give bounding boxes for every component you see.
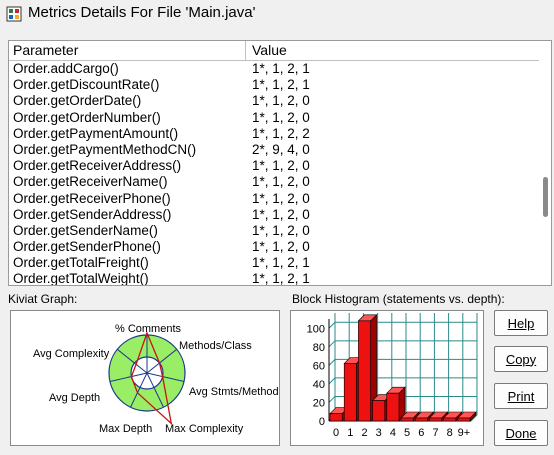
column-header-value[interactable]: Value [252, 42, 287, 58]
histogram-bar [386, 386, 406, 422]
cell-parameter: Order.getSenderAddress() [13, 206, 172, 222]
block-histogram: 0 20 40 60 80 100 0 1 2 3 4 5 6 7 8 9+ [290, 310, 484, 446]
window-title: Metrics Details For File 'Main.java' [28, 4, 256, 21]
column-divider[interactable] [245, 41, 246, 61]
table-row[interactable]: Order.getTotalWeight() 1*, 1, 2, 1 [9, 271, 541, 286]
cell-value: 1*, 1, 2, 1 [252, 255, 310, 271]
cell-value: 1*, 1, 2, 1 [252, 271, 310, 286]
histogram-x-tick-label: 4 [390, 427, 396, 439]
histogram-x-ticks: 0 1 2 3 4 5 6 7 8 9+ [333, 427, 470, 439]
histogram-label: Block Histogram (statements vs. depth): [292, 292, 505, 306]
histogram-grid-line [328, 377, 336, 385]
cell-value: 1*, 1, 2, 1 [252, 61, 310, 76]
cell-value: 1*, 1, 2, 0 [252, 158, 310, 174]
histogram-x-tick-label: 8 [447, 427, 453, 439]
kiviat-axis-label-avg-stmts-per-method: Avg Stmts/Method [189, 386, 279, 398]
histogram-grid-line [328, 396, 336, 403]
cell-parameter: Order.getDiscountRate() [13, 77, 160, 93]
cell-value: 1*, 1, 2, 0 [252, 174, 310, 190]
done-button-label: Done [505, 425, 537, 441]
table-header: Parameter Value [9, 41, 541, 61]
print-button-label: Print [507, 388, 535, 404]
kiviat-axis-label-max-depth: Max Depth [99, 423, 152, 435]
table-row[interactable]: Order.getDiscountRate() 1*, 1, 2, 1 [9, 77, 541, 93]
histogram-x-tick-label: 7 [432, 427, 438, 439]
histogram-svg: 020406080100 0 1 2 3 4 5 6 7 8 9+ [307, 313, 478, 439]
cell-parameter: Order.getTotalWeight() [13, 271, 149, 286]
cell-value: 2*, 9, 4, 0 [252, 141, 310, 157]
vertical-scrollbar[interactable] [539, 41, 551, 285]
table-row[interactable]: Order.getReceiverPhone() 1*, 1, 2, 0 [9, 191, 541, 207]
cell-value: 1*, 1, 2, 0 [252, 239, 310, 255]
table-row[interactable]: Order.getSenderName() 1*, 1, 2, 0 [9, 223, 541, 239]
table-row[interactable]: Order.addCargo() 1*, 1, 2, 1 [9, 61, 541, 77]
kiviat-graph: % Comments Methods/Class Avg Stmts/Metho… [10, 310, 280, 446]
histogram-y-tick-label: 40 [313, 379, 325, 391]
help-button-label: Help [507, 315, 535, 331]
help-button[interactable]: Help [494, 310, 548, 336]
table-row[interactable]: Order.getPaymentMethodCN() 2*, 9, 4, 0 [9, 142, 541, 158]
kiviat-axis-label-methods-per-class: Methods/Class [179, 340, 252, 352]
histogram-grid-line [328, 321, 336, 329]
cell-parameter: Order.addCargo() [13, 61, 119, 76]
histogram-x-tick-label: 6 [418, 427, 424, 439]
histogram-y-tick-label: 0 [319, 416, 325, 428]
kiviat-axis-label-avg-depth: Avg Depth [49, 392, 100, 404]
kiviat-axis-label-comments: % Comments [115, 323, 182, 335]
cell-parameter: Order.getReceiverName() [13, 174, 168, 190]
histogram-y-tick-label: 20 [313, 397, 325, 409]
histogram-x-tick-label: 9+ [458, 427, 471, 439]
histogram-bars [329, 314, 477, 422]
kiviat-graph-label: Kiviat Graph: [8, 292, 78, 306]
metrics-app-icon [6, 6, 22, 22]
cell-parameter: Order.getSenderName() [13, 222, 158, 238]
histogram-y-tick-label: 100 [307, 323, 325, 335]
cell-value: 1*, 1, 2, 0 [252, 206, 310, 222]
cell-parameter: Order.getTotalFreight() [13, 255, 149, 271]
print-button[interactable]: Print [494, 383, 548, 409]
metrics-table: Parameter Value Order.addCargo() 1*, 1, 2… [8, 40, 552, 286]
table-row[interactable]: Order.getOrderNumber() 1*, 1, 2, 0 [9, 110, 541, 126]
cell-value: 1*, 1, 2, 0 [252, 190, 310, 206]
histogram-y-ticks: 0 20 40 60 80 100 [307, 323, 325, 428]
copy-button[interactable]: Copy [494, 346, 548, 372]
table-row[interactable]: Order.getPaymentAmount() 1*, 1, 2, 2 [9, 126, 541, 142]
kiviat-svg: % Comments Methods/Class Avg Stmts/Metho… [33, 323, 279, 435]
cell-value: 1*, 1, 2, 2 [252, 125, 310, 141]
histogram-x-tick-label: 2 [361, 427, 367, 439]
histogram-y-tick-label: 80 [313, 342, 325, 354]
histogram-grid-line [328, 359, 336, 366]
histogram-x-tick-label: 0 [333, 427, 339, 439]
table-row[interactable]: Order.getReceiverAddress() 1*, 1, 2, 0 [9, 158, 541, 174]
table-body: Order.addCargo() 1*, 1, 2, 1 Order.getDisc… [9, 61, 541, 286]
cell-parameter: Order.getPaymentMethodCN() [13, 141, 197, 157]
histogram-x-tick-label: 1 [347, 427, 353, 439]
kiviat-axis-label-avg-complexity: Avg Complexity [33, 348, 110, 360]
table-row[interactable]: Order.getTotalFreight() 1*, 1, 2, 1 [9, 255, 541, 271]
column-header-parameter[interactable]: Parameter [13, 42, 78, 58]
cell-value: 1*, 1, 2, 1 [252, 77, 310, 93]
scrollbar-thumb[interactable] [543, 177, 548, 217]
cell-value: 1*, 1, 2, 0 [252, 109, 310, 125]
histogram-x-tick-label: 3 [376, 427, 382, 439]
cell-parameter: Order.getPaymentAmount() [13, 125, 179, 141]
histogram-x-tick-label: 5 [404, 427, 410, 439]
cell-parameter: Order.getOrderNumber() [13, 109, 161, 125]
table-row[interactable]: Order.getOrderDate() 1*, 1, 2, 0 [9, 93, 541, 109]
cell-parameter: Order.getReceiverPhone() [13, 190, 171, 206]
title-bar: Metrics Details For File 'Main.java' [0, 0, 554, 30]
histogram-grid-line [328, 340, 336, 348]
cell-parameter: Order.getOrderDate() [13, 93, 142, 109]
cell-parameter: Order.getReceiverAddress() [13, 158, 182, 174]
cell-value: 1*, 1, 2, 0 [252, 222, 310, 238]
table-row[interactable]: Order.getReceiverName() 1*, 1, 2, 0 [9, 174, 541, 190]
histogram-y-tick-label: 60 [313, 360, 325, 372]
done-button[interactable]: Done [494, 420, 548, 446]
cell-value: 1*, 1, 2, 0 [252, 93, 310, 109]
copy-button-label: Copy [505, 351, 537, 367]
table-row[interactable]: Order.getSenderAddress() 1*, 1, 2, 0 [9, 207, 541, 223]
kiviat-axis-label-max-complexity: Max Complexity [165, 423, 244, 435]
table-row[interactable]: Order.getSenderPhone() 1*, 1, 2, 0 [9, 239, 541, 255]
cell-parameter: Order.getSenderPhone() [13, 239, 161, 255]
